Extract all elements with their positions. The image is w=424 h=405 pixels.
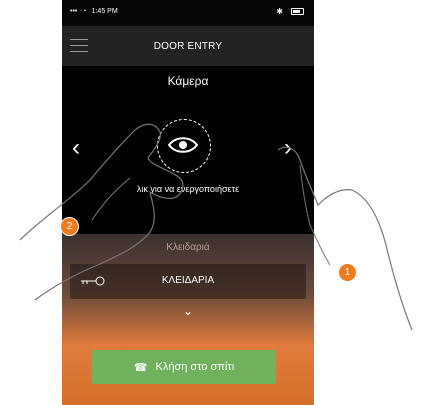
next-camera-button[interactable]: › — [284, 136, 292, 160]
phone-icon: ☎ — [133, 361, 148, 374]
activate-hint: λικ για να ενεργοποιήσετε — [136, 184, 240, 194]
camera-title: Κάμερα — [167, 74, 209, 88]
previous-camera-button[interactable]: ‹ — [72, 136, 80, 160]
lock-section: Κλειδαριά ΚΛΕΙΔΑΡΙΑ ⌄ — [62, 234, 314, 324]
signal-dots-icon: ••• — [70, 8, 78, 15]
status-time: 1:45 PM — [91, 8, 118, 15]
app-bar: DOOR ENTRY — [62, 26, 314, 66]
status-left: ••• ◔ 1:45 PM — [70, 8, 118, 15]
wifi-icon: ◔ — [82, 8, 87, 15]
eye-icon — [168, 137, 198, 153]
controls-panel: Κλειδαριά ΚΛΕΙΔΑΡΙΑ ⌄ ☎ Κλήση στο σπίτι — [62, 234, 314, 405]
status-right: ✱ — [276, 7, 304, 16]
camera-panel: Κάμερα ‹ › λικ για να ενεργοποιήσετε — [62, 66, 314, 234]
status-bar: ••• ◔ 1:45 PM ✱ — [62, 0, 314, 26]
call-home-label: Κλήση στο σπίτι — [155, 361, 235, 373]
lock-section-title: Κλειδαριά — [166, 242, 210, 253]
phone-screen: ••• ◔ 1:45 PM ✱ DOOR ENTRY Κάμερα ‹ › λι… — [62, 0, 314, 405]
page-title: DOOR ENTRY — [153, 41, 223, 52]
bluetooth-icon: ✱ — [276, 7, 283, 16]
chevron-down-icon[interactable]: ⌄ — [62, 304, 314, 318]
battery-icon — [291, 8, 304, 15]
lock-button-label: ΚΛΕΙΔΑΡΙΑ — [161, 275, 215, 286]
callout-marker-2: 2 — [60, 217, 79, 236]
call-home-button[interactable]: ☎ Κλήση στο σπίτι — [92, 350, 276, 384]
lock-button[interactable]: ΚΛΕΙΔΑΡΙΑ — [70, 264, 306, 299]
callout-marker-1: 1 — [338, 263, 357, 282]
